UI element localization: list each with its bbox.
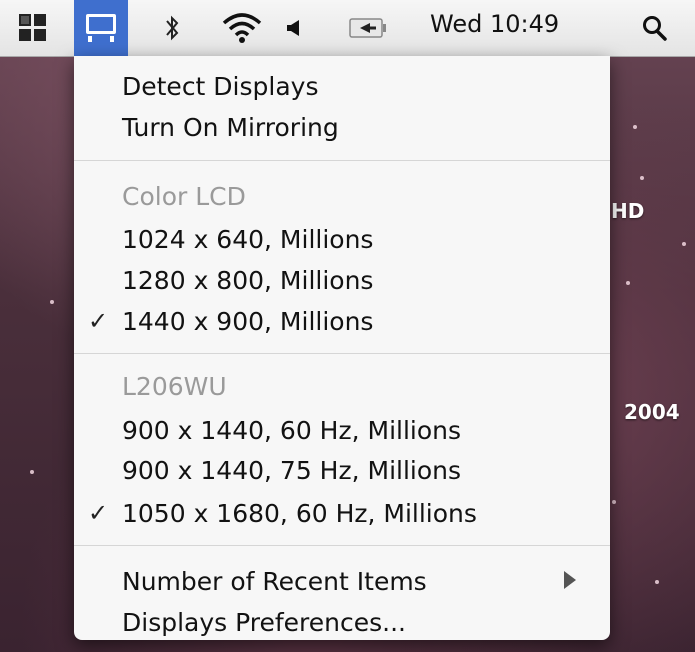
menu-bar: Wed 10:49: [0, 0, 695, 57]
menu-separator: [74, 353, 610, 354]
menu-item-label: 1440 x 900, Millions: [122, 306, 374, 336]
displays-menu: Detect Displays Turn On Mirroring Color …: [74, 56, 610, 640]
spotlight-icon[interactable]: [633, 0, 677, 56]
wifi-icon[interactable]: [218, 0, 266, 56]
desktop-star: [633, 125, 637, 129]
desktop-star: [626, 281, 630, 285]
menu-item-resolution-1280x800[interactable]: 1280 x 800, Millions: [74, 260, 610, 300]
menu-item-displays-preferences[interactable]: Displays Preferences...: [74, 602, 610, 640]
menu-item-label: Number of Recent Items: [122, 566, 427, 596]
desktop-star: [655, 580, 659, 584]
menu-item-label: 1050 x 1680, 60 Hz, Millions: [122, 498, 477, 528]
menu-item-label: Detect Displays: [122, 71, 319, 101]
desktop-star: [682, 242, 686, 246]
menu-header-l206wu: L206WU: [74, 366, 610, 406]
menu-item-turn-on-mirroring[interactable]: Turn On Mirroring: [74, 107, 610, 147]
menu-item-resolution-1050x1680-60hz[interactable]: ✓ 1050 x 1680, 60 Hz, Millions: [74, 493, 610, 533]
desktop-star: [612, 500, 616, 504]
menu-item-label: L206WU: [122, 371, 227, 401]
menu-item-label: 900 x 1440, 60 Hz, Millions: [122, 415, 462, 445]
desktop-volume-label-hd[interactable]: HD: [611, 199, 644, 223]
desktop-star: [640, 176, 644, 180]
desktop-star: [30, 470, 34, 474]
checkmark-icon: ✓: [88, 307, 109, 335]
menu-item-resolution-1440x900[interactable]: ✓ 1440 x 900, Millions: [74, 301, 610, 341]
desktop-star: [50, 300, 54, 304]
menu-separator: [74, 545, 610, 546]
menu-item-label: Turn On Mirroring: [122, 112, 339, 142]
bluetooth-icon[interactable]: [158, 0, 186, 56]
menu-item-detect-displays[interactable]: Detect Displays: [74, 66, 610, 106]
menu-item-label: Displays Preferences...: [122, 607, 406, 637]
submenu-arrow-icon: [564, 571, 576, 589]
menu-item-label: 1024 x 640, Millions: [122, 224, 374, 254]
menu-item-label: 900 x 1440, 75 Hz, Millions: [122, 455, 462, 485]
menu-item-resolution-900x1440-75hz[interactable]: 900 x 1440, 75 Hz, Millions: [74, 450, 610, 490]
spaces-icon[interactable]: [12, 0, 54, 56]
menu-header-color-lcd: Color LCD: [74, 176, 610, 216]
menu-item-resolution-1024x640[interactable]: 1024 x 640, Millions: [74, 219, 610, 259]
menu-item-label: Color LCD: [122, 181, 246, 211]
desktop-item-label-2004[interactable]: 2004: [624, 400, 680, 424]
menu-item-resolution-900x1440-60hz[interactable]: 900 x 1440, 60 Hz, Millions: [74, 410, 610, 450]
menu-item-label: 1280 x 800, Millions: [122, 265, 374, 295]
checkmark-icon: ✓: [88, 499, 109, 527]
menubar-clock[interactable]: Wed 10:49: [430, 10, 559, 38]
displays-icon[interactable]: [74, 0, 128, 56]
menu-separator: [74, 160, 610, 161]
input-menu-icon[interactable]: [346, 0, 390, 56]
menu-item-number-of-recent-items[interactable]: Number of Recent Items: [74, 561, 610, 601]
volume-icon[interactable]: [280, 0, 308, 56]
